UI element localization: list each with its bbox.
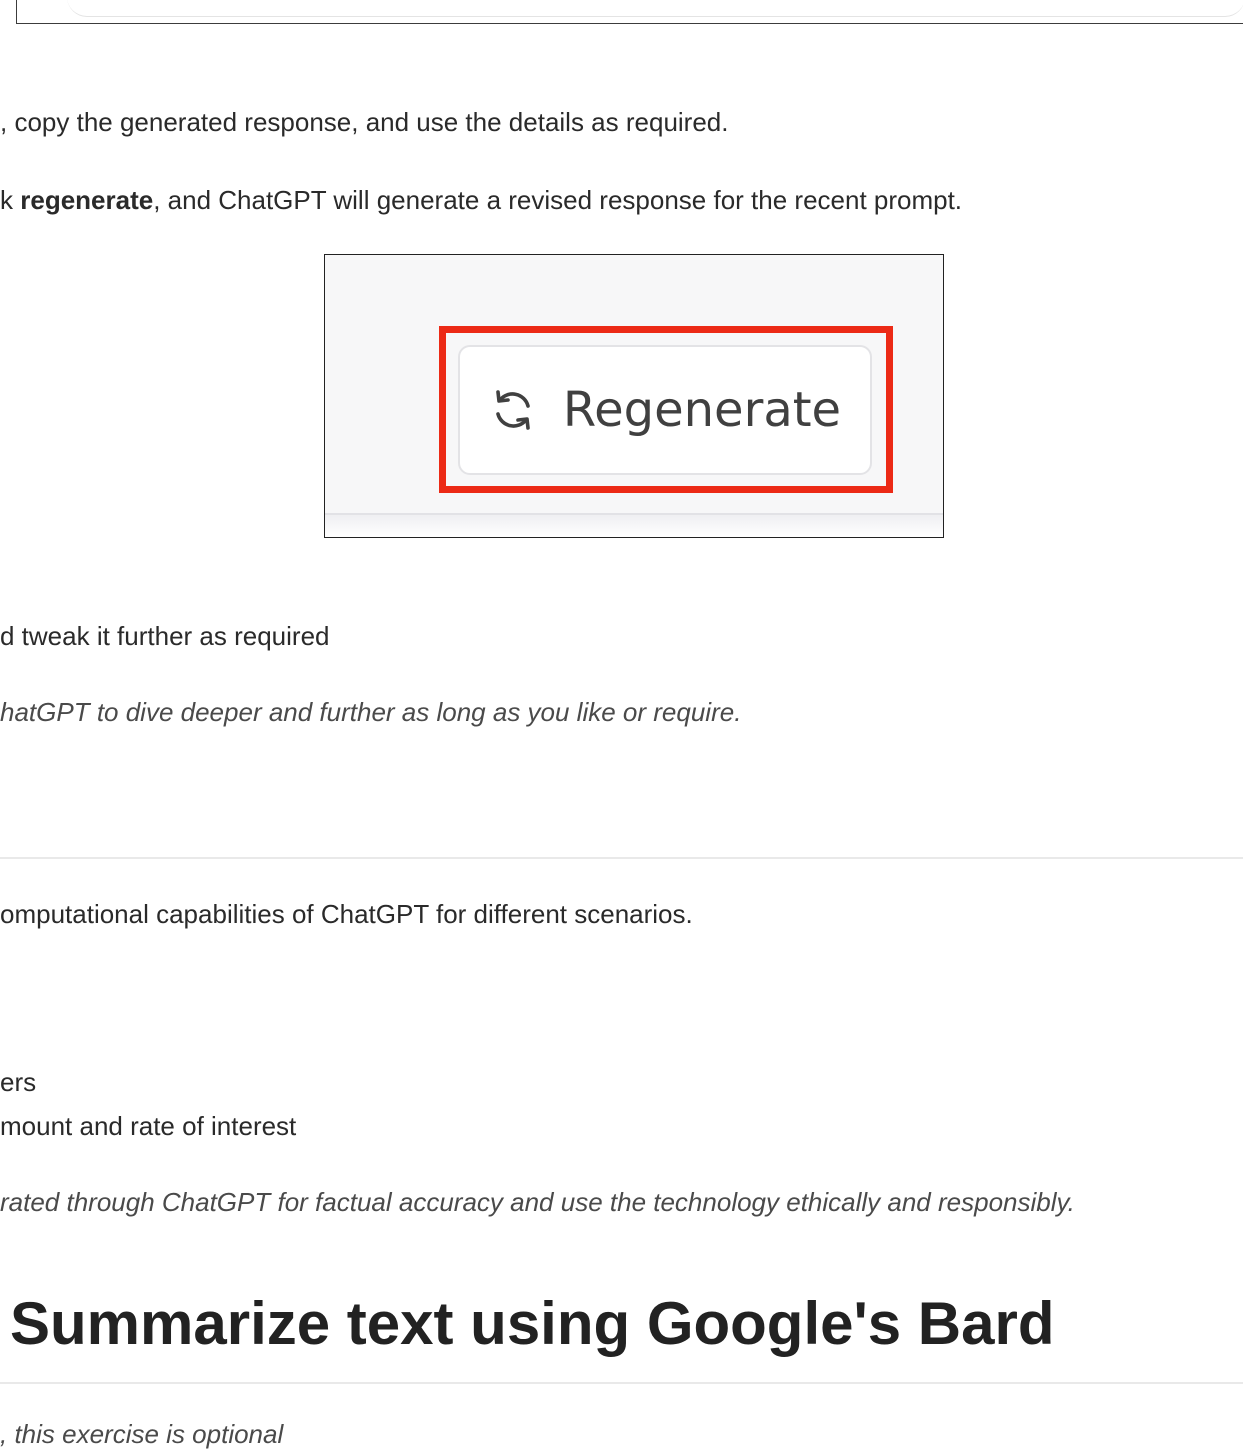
- section-divider: [0, 857, 1243, 859]
- instruction-regenerate: k regenerate, and ChatGPT will generate …: [0, 184, 962, 216]
- instruction-tweak: d tweak it further as required: [0, 621, 330, 651]
- red-highlight-box: [439, 326, 893, 493]
- note-factual-accuracy: rated through ChatGPT for factual accura…: [0, 1187, 1075, 1217]
- intro-computational: omputational capabilities of ChatGPT for…: [0, 899, 693, 929]
- instruction-regenerate-prefix: k: [0, 185, 21, 215]
- figure-cropped-text: issue or error: [327, 255, 611, 267]
- note-dive-deeper: hatGPT to dive deeper and further as lon…: [0, 697, 742, 727]
- note-optional-exercise: , this exercise is optional: [0, 1419, 284, 1449]
- figure-input-shadow: [325, 515, 943, 537]
- instruction-regenerate-keyword: regenerate: [20, 185, 154, 215]
- instruction-copy-response: , copy the generated response, and use t…: [0, 107, 729, 137]
- heading-divider: [0, 1382, 1243, 1384]
- previous-screenshot-input: [67, 0, 1243, 17]
- list-item-amount: mount and rate of interest: [0, 1111, 297, 1141]
- section-heading: Summarize text using Google's Bard: [10, 1290, 1055, 1357]
- list-item-ers: ers: [0, 1067, 37, 1097]
- regenerate-screenshot-figure: issue or error Regenerate: [324, 254, 944, 538]
- instruction-regenerate-suffix: , and ChatGPT will generate a revised re…: [153, 185, 963, 215]
- previous-screenshot-frame: [16, 0, 1243, 24]
